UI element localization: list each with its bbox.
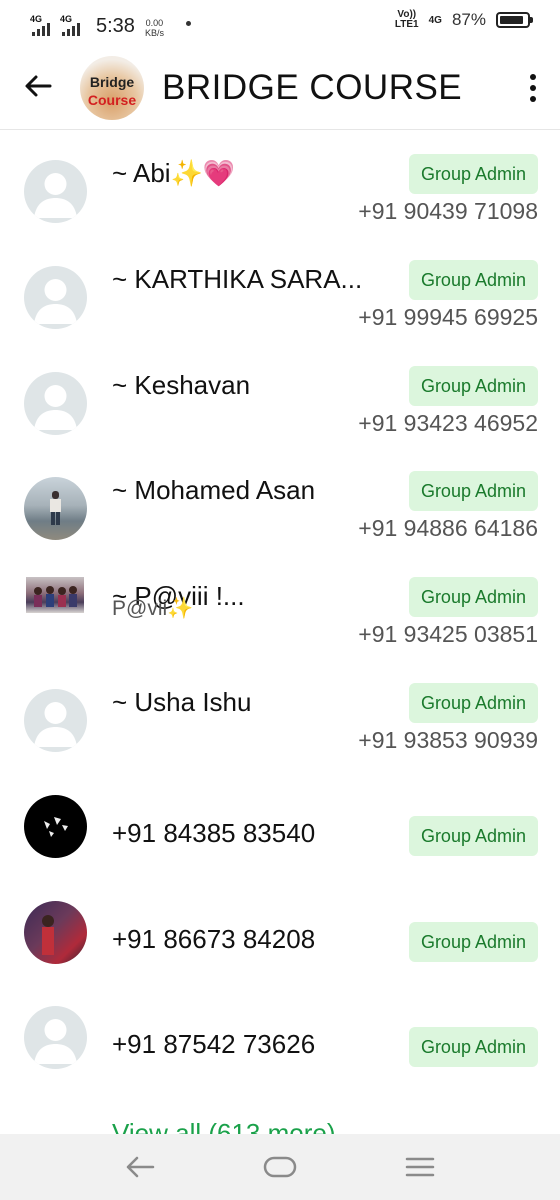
member-name: +91 84385 83540: [112, 817, 316, 848]
member-name: ~ Abi✨💗: [112, 158, 236, 188]
nav-recents-button[interactable]: [380, 1134, 460, 1200]
signal-2-icon: 4G: [60, 14, 86, 38]
nav-back-button[interactable]: [100, 1134, 180, 1200]
member-name: ~ KARTHIKA SARA...: [112, 263, 363, 294]
member-name: +91 86673 84208: [112, 923, 316, 954]
group-title[interactable]: BRIDGE COURSE: [162, 68, 462, 108]
default-avatar-icon: [24, 160, 87, 223]
member-phone: +91 99945 69925: [358, 303, 538, 330]
more-options-button[interactable]: [528, 70, 538, 106]
member-name: +91 87542 73626: [112, 1029, 316, 1060]
volte-icon: Vo)) LTE1: [395, 10, 419, 30]
member-avatar-photo: [26, 577, 84, 614]
signal-1-icon: 4G: [30, 14, 56, 38]
notification-dot-icon: [185, 21, 191, 26]
member-row[interactable]: ~ Mohamed Asan Group Admin +91 94886 641…: [0, 447, 560, 553]
member-list: ~ Abi✨💗 Group Admin +91 90439 71098 ~ KA…: [0, 130, 560, 1082]
clock: 5:38: [96, 15, 135, 37]
group-avatar-line-1: Bridge: [89, 74, 135, 90]
group-admin-badge: Group Admin: [408, 815, 538, 856]
volte-line-2: LTE1: [394, 19, 419, 30]
group-avatar-line-2: Course: [87, 92, 137, 108]
app-header: Bridge Course BRIDGE COURSE: [0, 46, 560, 130]
group-admin-badge: Group Admin: [408, 1027, 538, 1068]
more-vert-icon: [530, 74, 536, 80]
group-avatar[interactable]: Bridge Course: [80, 56, 144, 120]
member-avatar-photo: [24, 477, 87, 541]
member-row[interactable]: ~ Abi✨💗 Group Admin +91 90439 71098: [0, 130, 560, 236]
member-phone: +91 93425 03851: [358, 621, 538, 648]
status-bar-right: Vo)) LTE1 4G 87%: [395, 10, 533, 30]
network-speed-value: 0.00: [145, 18, 164, 28]
group-admin-badge: Group Admin: [408, 154, 538, 194]
member-phone: +91 93423 46952: [358, 409, 538, 436]
arrow-left-icon: [25, 75, 52, 97]
group-admin-badge: Group Admin: [408, 682, 538, 723]
member-row[interactable]: +91 86673 84208 Group Admin: [0, 871, 560, 977]
nav-home-button[interactable]: [240, 1134, 320, 1200]
system-nav-bar: [0, 1134, 560, 1200]
member-name: ~ Mohamed Asan: [112, 475, 316, 506]
member-phone: +91 90439 71098: [358, 198, 538, 224]
group-admin-badge: Group Admin: [408, 365, 538, 406]
battery-percent: 87%: [451, 10, 486, 29]
member-status: P@vii✨: [112, 597, 194, 621]
back-icon: [126, 1156, 155, 1178]
group-admin-badge: Group Admin: [408, 471, 538, 512]
network-speed: 0.00 KB/s: [145, 18, 164, 38]
member-avatar-photo: [24, 794, 87, 858]
member-name: ~ Usha Ishu: [112, 686, 252, 717]
member-row[interactable]: ~ Keshavan Group Admin +91 93423 46952: [0, 342, 560, 448]
member-name: ~ Keshavan: [112, 369, 251, 400]
status-bar: 4G 4G 5:38 0.00 KB/s Vo)) LTE1 4G 87%: [0, 0, 560, 46]
network-right-label: 4G: [428, 14, 442, 26]
member-avatar-photo: [24, 900, 87, 964]
member-phone: +91 94886 64186: [358, 515, 538, 542]
member-row[interactable]: ~ P@viii !... P@vii✨ Group Admin +91 934…: [0, 553, 560, 659]
battery-fill: [500, 16, 523, 24]
member-row[interactable]: ~ KARTHIKA SARA... Group Admin +91 99945…: [0, 236, 560, 342]
status-bar-left: 4G 4G 5:38 0.00 KB/s: [30, 8, 191, 38]
member-row[interactable]: +91 84385 83540 Group Admin: [0, 765, 560, 871]
default-avatar-icon: [24, 265, 87, 329]
back-button[interactable]: [18, 66, 58, 106]
default-avatar-icon: [24, 688, 87, 752]
group-admin-badge: Group Admin: [408, 921, 538, 962]
default-avatar-icon: [24, 1006, 87, 1070]
group-admin-badge: Group Admin: [408, 259, 538, 300]
default-avatar-icon: [24, 371, 87, 435]
home-icon: [263, 1156, 297, 1178]
battery-icon: [496, 12, 533, 28]
group-admin-badge: Group Admin: [408, 577, 538, 618]
member-phone: +91 93853 90939: [358, 726, 538, 753]
menu-icon: [405, 1157, 435, 1177]
network-speed-unit: KB/s: [144, 28, 164, 38]
member-row[interactable]: +91 87542 73626 Group Admin: [0, 976, 560, 1082]
member-row[interactable]: ~ Usha Ishu Group Admin +91 93853 90939: [0, 659, 560, 765]
